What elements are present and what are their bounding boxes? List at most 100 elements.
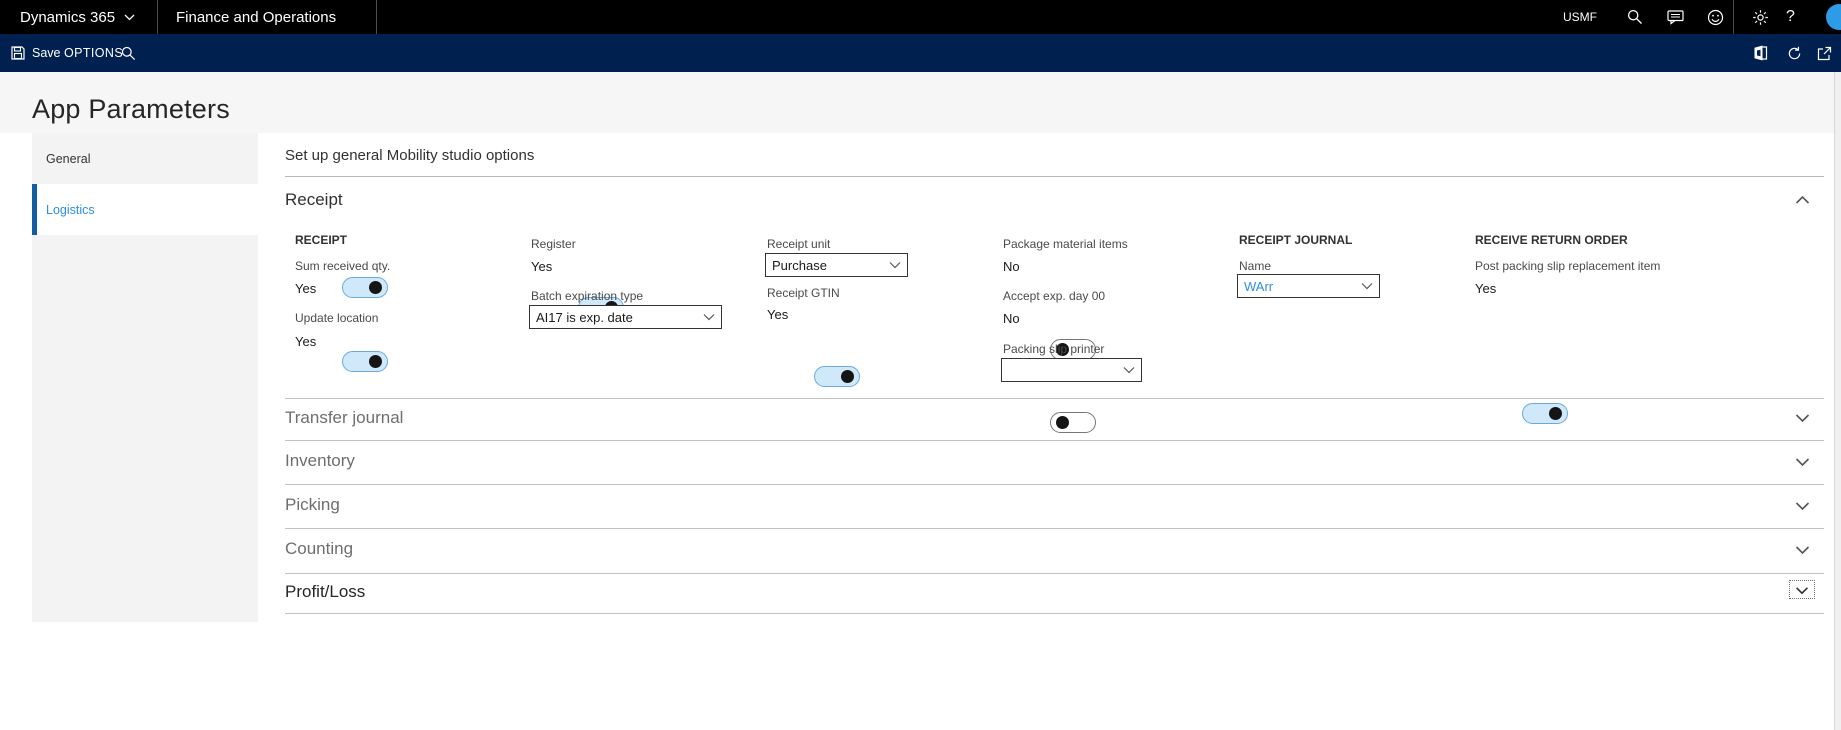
open-in-new-window-button[interactable] [1816,34,1832,72]
section-divider [285,573,1824,574]
field-label-sum-received-qty: Sum received qty. [295,259,391,273]
toggle-value-accept-exp-day-00: No [1003,311,1020,326]
section-header-profit-loss[interactable]: Profit/Loss [285,582,365,602]
toggle-update-location[interactable] [342,351,388,372]
dropdown-value: AI17 is exp. date [536,309,633,325]
refresh-icon [1786,36,1802,70]
page-title: App Parameters [32,94,230,124]
topbar-divider [157,0,158,34]
form-caption: Set up general Mobility studio options [285,147,535,164]
top-navigation-bar: Dynamics 365 Finance and Operations USMF [0,0,1841,34]
section-divider [285,613,1824,614]
section-divider [285,528,1824,529]
toggle-sum-received-qty[interactable] [342,277,388,298]
user-avatar[interactable] [1826,4,1841,30]
chevron-down-icon [1361,282,1373,290]
search-icon [1618,0,1652,34]
save-icon [10,45,26,61]
app-window: Dynamics 365 Finance and Operations USMF [0,0,1841,730]
section-header-receipt[interactable]: Receipt [285,190,343,210]
expand-section-button[interactable] [1795,413,1810,423]
field-label-receipt-unit: Receipt unit [767,237,831,251]
sidebar-item-logistics[interactable]: Logistics [32,184,258,235]
chevron-up-icon [1795,195,1810,205]
refresh-button[interactable] [1786,34,1802,72]
search-button[interactable] [1618,0,1652,34]
toggle-receipt-gtin[interactable] [814,366,860,387]
toggle-knob [369,281,382,294]
chevron-down-icon [1795,413,1810,423]
chevron-down-icon [703,313,715,321]
parameter-tab-list: General Logistics [32,133,258,622]
section-header-counting[interactable]: Counting [285,539,353,559]
expand-section-button-focused[interactable] [1789,580,1815,599]
topbar-divider [376,0,377,34]
page-header-band [0,72,1841,133]
dropdown-batch-expiration-type[interactable]: AI17 is exp. date [529,305,722,329]
field-label-packing-slip-printer: Packing slip printer [1003,342,1105,356]
dropdown-packing-slip-printer[interactable] [1001,358,1142,382]
section-header-picking[interactable]: Picking [285,495,340,515]
toggle-accept-exp-day-00[interactable] [1050,412,1096,433]
office-icon [1752,36,1768,70]
toggle-knob [369,355,382,368]
settings-button[interactable] [1743,0,1777,34]
section-header-transfer-journal[interactable]: Transfer journal [285,408,403,428]
toggle-value-register: Yes [531,259,553,274]
field-label-batch-expiration-type: Batch expiration type [531,289,644,303]
chevron-down-icon [1795,586,1809,595]
section-header-inventory[interactable]: Inventory [285,451,355,471]
section-divider [285,398,1824,399]
group-header-receive-return-order: RECEIVE RETURN ORDER [1475,233,1628,247]
options-menu[interactable]: OPTIONS [64,34,123,72]
dropdown-value: Purchase [772,257,827,273]
toggle-value-package-material-items: No [1003,259,1020,274]
field-label-package-material-items: Package material items [1003,237,1128,251]
field-label-receipt-gtin: Receipt GTIN [767,286,840,300]
dynamics-365-label: Dynamics 365 [20,8,116,26]
product-name-link[interactable]: Finance and Operations [176,0,336,34]
feedback-button[interactable] [1658,0,1692,34]
chevron-down-icon [1795,501,1810,511]
chevron-down-icon [889,261,901,269]
caption-divider [285,176,1824,177]
help-button[interactable]: ? [1786,0,1795,34]
sidebar-item-general[interactable]: General [32,133,258,184]
vertical-scrollbar[interactable] [1834,72,1841,730]
dynamics-365-menu[interactable]: Dynamics 365 [20,0,135,34]
options-label: OPTIONS [64,46,124,60]
toggle-post-packing-slip-replacement-item[interactable] [1522,403,1568,424]
toggle-value-post-packing-slip-replacement-item: Yes [1475,281,1497,296]
topbar-divider [1733,0,1734,34]
command-search-button[interactable] [120,34,136,72]
field-label-post-packing-slip-replacement-item: Post packing slip replacement item [1475,259,1661,273]
field-label-journal-name: Name [1239,259,1272,273]
smiley-feedback-button[interactable] [1698,0,1732,34]
sidebar-item-label: Logistics [46,202,95,217]
office-apps-button[interactable] [1752,34,1768,72]
smiley-icon [1698,0,1732,34]
expand-section-button[interactable] [1795,501,1810,511]
field-label-register: Register [531,237,576,251]
collapse-section-button[interactable] [1795,195,1810,205]
field-label-update-location: Update location [295,311,379,325]
expand-section-button[interactable] [1795,457,1810,467]
command-bar: Save OPTIONS [0,34,1841,72]
dropdown-journal-name[interactable]: WArr [1237,274,1380,298]
toggle-value-receipt-gtin: Yes [767,307,789,322]
expand-section-button[interactable] [1795,545,1810,555]
group-header-receipt: RECEIPT [295,233,348,247]
company-picker[interactable]: USMF [1563,0,1597,34]
section-divider [285,440,1824,441]
feedback-icon [1658,0,1692,34]
sidebar-item-label: General [46,151,91,166]
open-in-new-icon [1816,36,1832,70]
content-panel [258,133,1834,730]
chevron-down-icon [1123,366,1135,374]
search-icon [120,36,136,70]
dropdown-receipt-unit[interactable]: Purchase [765,253,908,277]
save-button[interactable]: Save [10,34,61,72]
save-label: Save [32,46,61,60]
chevron-down-icon [1795,545,1810,555]
dropdown-value-link[interactable]: WArr [1244,279,1361,294]
